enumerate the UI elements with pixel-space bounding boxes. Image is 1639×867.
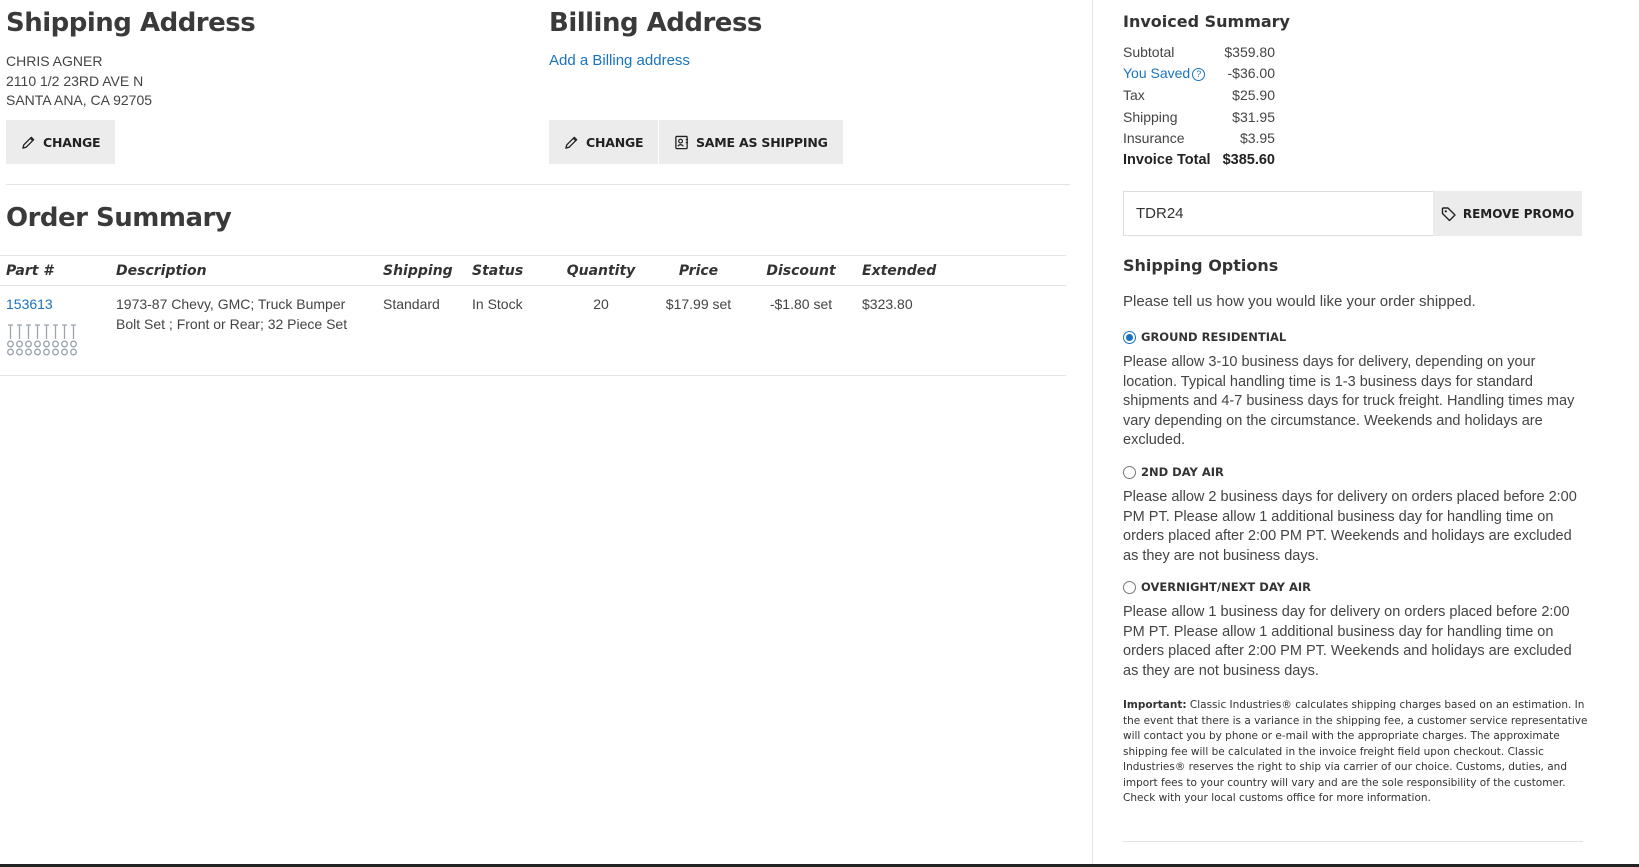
part-number-link[interactable]: 153613 [6, 296, 53, 312]
same-as-shipping-button[interactable]: SAME AS SHIPPING [659, 120, 843, 164]
invoice-summary-title: Invoiced Summary [1123, 12, 1290, 31]
invoice-total-label: Invoice Total [1123, 151, 1211, 168]
important-label: Important: [1123, 699, 1187, 711]
price-cell: $17.99 set [651, 285, 746, 376]
pencil-icon [22, 136, 35, 149]
col-shipping: Shipping [377, 255, 466, 286]
ground-residential-desc: Please allow 3-10 business days for deli… [1123, 354, 1575, 448]
col-description: Description [110, 255, 377, 286]
insurance-label: Insurance [1123, 130, 1185, 147]
invoice-row-insurance: Insurance $3.95 [1123, 127, 1275, 149]
you-saved-value: -$36.00 [1227, 65, 1275, 82]
subtotal-value: $359.80 [1224, 43, 1275, 60]
invoice-row-tax: Tax $25.90 [1123, 84, 1275, 106]
section-divider [6, 184, 1070, 185]
invoice-sidebar: Invoiced Summary Subtotal $359.80 You Sa… [1092, 0, 1639, 865]
col-price: Price [651, 255, 746, 286]
you-saved-label: You Saved [1123, 65, 1191, 82]
shipping-name: CHRIS AGNER [6, 53, 103, 69]
remove-promo-button[interactable]: REMOVE PROMO [1433, 191, 1582, 236]
shipping-change-label: CHANGE [43, 134, 101, 150]
address-card-icon [675, 135, 689, 149]
invoice-total-value: $385.60 [1222, 151, 1275, 168]
tax-value: $25.90 [1232, 86, 1275, 103]
description-cell: 1973-87 Chevy, GMC; Truck Bumper Bolt Se… [110, 285, 377, 376]
billing-address-section: Billing Address Add a Billing address [549, 8, 762, 70]
bolt-set-image [7, 324, 77, 356]
invoice-row-total: Invoice Total $385.60 [1123, 149, 1275, 171]
2nd-day-air-label: 2ND DAY AIR [1141, 465, 1224, 479]
ground-residential-radio[interactable] [1123, 330, 1136, 344]
discount-cell: -$1.80 set [746, 285, 856, 376]
tag-icon [1441, 206, 1456, 221]
shipping-street: 2110 1/2 23RD AVE N [6, 72, 144, 89]
col-status: Status [466, 255, 551, 286]
shipping-city: SANTA ANA, CA 92705 [6, 92, 153, 108]
invoice-summary-table: Subtotal $359.80 You Saved? -$36.00 Tax … [1123, 41, 1275, 171]
tax-label: Tax [1123, 86, 1145, 103]
col-extended: Extended [856, 255, 1066, 286]
2nd-day-air-radio[interactable] [1123, 465, 1136, 479]
shipping-address-title: Shipping Address [6, 8, 256, 38]
order-table-header: Part # Description Shipping Status Quant… [0, 255, 1066, 286]
status-cell: In Stock [466, 285, 551, 376]
col-part: Part # [0, 255, 110, 286]
subtotal-label: Subtotal [1123, 43, 1175, 60]
important-text: Classic Industries® calculates shipping … [1123, 699, 1588, 804]
col-quantity: Quantity [551, 255, 651, 286]
shipping-address-section: Shipping Address CHRIS AGNER 2110 1/2 23… [6, 8, 256, 111]
overnight-label: OVERNIGHT/NEXT DAY AIR [1141, 580, 1311, 594]
same-as-shipping-label: SAME AS SHIPPING [696, 134, 828, 150]
ground-residential-label: GROUND RESIDENTIAL [1141, 330, 1287, 344]
order-summary-title: Order Summary [6, 203, 232, 233]
shipping-fee-label: Shipping [1123, 108, 1178, 125]
ground-residential-option[interactable]: GROUND RESIDENTIAL [1123, 328, 1588, 346]
shipping-option-2nd-day: 2ND DAY AIR Please allow 2 business days… [1123, 463, 1588, 566]
extended-cell: $323.80 [856, 285, 1066, 376]
help-icon[interactable]: ? [1192, 68, 1206, 82]
pencil-icon [565, 136, 578, 149]
shipping-option-overnight: OVERNIGHT/NEXT DAY AIR Please allow 1 bu… [1123, 578, 1588, 681]
checkout-main: Shipping Address CHRIS AGNER 2110 1/2 23… [0, 0, 1092, 867]
quantity-cell: 20 [551, 285, 651, 376]
shipping-options-intro: Please tell us how you would like your o… [1123, 293, 1476, 310]
promo-code-input[interactable] [1123, 191, 1434, 236]
shipping-cell: Standard [377, 285, 466, 376]
overnight-option[interactable]: OVERNIGHT/NEXT DAY AIR [1123, 578, 1588, 596]
2nd-day-air-desc: Please allow 2 business days for deliver… [1123, 489, 1577, 564]
billing-change-button[interactable]: CHANGE [549, 120, 659, 164]
invoice-row-subtotal: Subtotal $359.80 [1123, 41, 1275, 63]
important-notice: Important: Classic Industries® calculate… [1123, 698, 1593, 807]
insurance-value: $3.95 [1239, 130, 1275, 147]
part-cell: 153613 [0, 285, 110, 376]
invoice-row-shipping: Shipping $31.95 [1123, 106, 1275, 128]
shipping-change-button[interactable]: CHANGE [6, 120, 116, 164]
col-discount: Discount [746, 255, 856, 286]
overnight-desc: Please allow 1 business day for delivery… [1123, 604, 1572, 679]
shipping-options-title: Shipping Options [1123, 256, 1279, 275]
remove-promo-label: REMOVE PROMO [1462, 206, 1575, 221]
table-row: 153613 1973-87 Chevy, GMC; Truck Bumper … [0, 285, 1066, 376]
billing-change-label: CHANGE [586, 134, 644, 150]
order-table: Part # Description Shipping Status Quant… [0, 255, 1066, 376]
shipping-fee-value: $31.95 [1232, 108, 1275, 125]
shipping-option-ground: GROUND RESIDENTIAL Please allow 3-10 bus… [1123, 328, 1588, 451]
product-thumbnail[interactable] [6, 324, 104, 363]
overnight-radio[interactable] [1123, 580, 1136, 594]
billing-address-title: Billing Address [549, 8, 762, 38]
sidebar-divider [1123, 841, 1583, 842]
2nd-day-air-option[interactable]: 2ND DAY AIR [1123, 463, 1588, 481]
invoice-row-saved: You Saved? -$36.00 [1123, 63, 1275, 85]
add-billing-address-link[interactable]: Add a Billing address [549, 52, 690, 69]
